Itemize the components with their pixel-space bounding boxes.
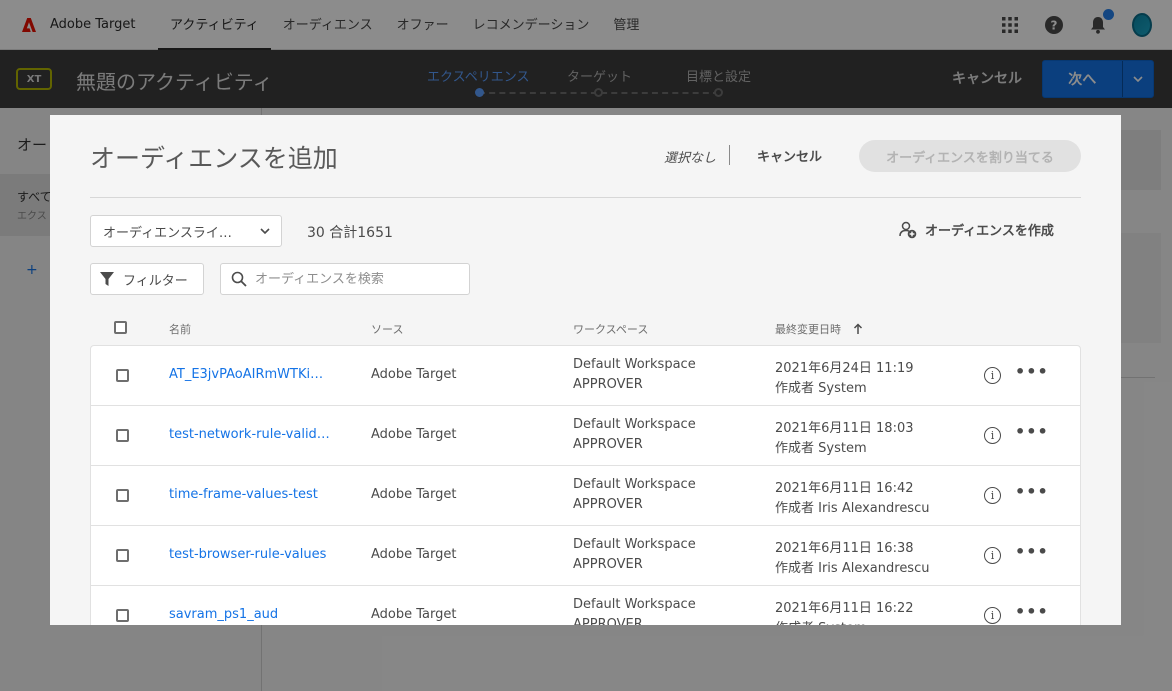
audience-source: Adobe Target: [371, 487, 457, 502]
table-row[interactable]: savram_ps1_aud Adobe Target Default Work…: [91, 586, 1080, 625]
column-header-modified-label: 最終変更日時: [775, 323, 841, 336]
audience-source: Adobe Target: [371, 367, 457, 382]
audience-name-link[interactable]: AT_E3jvPAoAIRmWTKi…: [169, 367, 339, 382]
audience-name-link[interactable]: time-frame-values-test: [169, 487, 339, 502]
add-audience-dialog: オーディエンスを追加 選択なし キャンセル オーディエンスを割り当てる オーディ…: [50, 115, 1121, 625]
audience-workspace: Default Workspace: [573, 417, 696, 432]
header-separator: [729, 145, 730, 165]
audience-modified-date: 2021年6月11日 16:22: [775, 601, 914, 616]
audience-name-link[interactable]: test-network-rule-valid…: [169, 427, 339, 442]
assign-audience-button[interactable]: オーディエンスを割り当てる: [859, 140, 1081, 172]
filter-label: フィルター: [123, 273, 188, 289]
audience-name-link[interactable]: test-browser-rule-values: [169, 547, 339, 562]
audience-source: Adobe Target: [371, 427, 457, 442]
info-icon[interactable]: i: [984, 427, 1001, 444]
audience-name-link[interactable]: savram_ps1_aud: [169, 607, 339, 622]
column-header-source[interactable]: ソース: [371, 321, 403, 337]
audience-source: Adobe Target: [371, 547, 457, 562]
select-all-checkbox[interactable]: [114, 321, 127, 334]
audience-modified-date: 2021年6月11日 18:03: [775, 421, 914, 436]
column-header-workspace[interactable]: ワークスペース: [573, 321, 648, 337]
table-row[interactable]: test-browser-rule-values Adobe Target De…: [91, 526, 1080, 586]
search-input[interactable]: [255, 271, 455, 287]
column-header-modified[interactable]: 最終変更日時: [775, 321, 863, 337]
selection-status: 選択なし: [664, 151, 717, 166]
audience-workspace: Default Workspace: [573, 477, 696, 492]
row-checkbox[interactable]: [116, 549, 129, 562]
audience-library-select[interactable]: オーディエンスライ…: [90, 215, 282, 247]
dialog-cancel-button[interactable]: キャンセル: [757, 146, 822, 165]
audience-table: AT_E3jvPAoAIRmWTKi… Adobe Target Default…: [90, 345, 1081, 625]
audience-author: 作成者 Iris Alexandrescu: [775, 561, 930, 576]
audience-search: [220, 263, 470, 295]
info-icon[interactable]: i: [984, 607, 1001, 624]
library-select-value: オーディエンスライ…: [103, 225, 232, 241]
audience-modified-date: 2021年6月24日 11:19: [775, 361, 914, 376]
audience-role: APPROVER: [573, 497, 643, 512]
table-row[interactable]: time-frame-values-test Adobe Target Defa…: [91, 466, 1080, 526]
more-actions-icon[interactable]: •••: [1015, 362, 1049, 381]
create-audience-button[interactable]: オーディエンスを作成: [899, 220, 1054, 239]
audience-role: APPROVER: [573, 377, 643, 392]
filter-button[interactable]: フィルター: [90, 263, 204, 295]
row-checkbox[interactable]: [116, 609, 129, 622]
info-icon[interactable]: i: [984, 367, 1001, 384]
search-icon: [231, 271, 247, 287]
audience-author: 作成者 System: [775, 381, 867, 396]
create-audience-label: オーディエンスを作成: [925, 224, 1054, 239]
audience-role: APPROVER: [573, 557, 643, 572]
audience-modified-date: 2021年6月11日 16:38: [775, 541, 914, 556]
row-checkbox[interactable]: [116, 369, 129, 382]
audience-workspace: Default Workspace: [573, 537, 696, 552]
filter-icon: [100, 272, 114, 286]
audience-source: Adobe Target: [371, 607, 457, 622]
dialog-divider: [90, 197, 1081, 198]
dialog-title: オーディエンスを追加: [90, 144, 338, 173]
audience-author: 作成者 System: [775, 617, 867, 625]
audience-role: APPROVER: [573, 617, 643, 625]
more-actions-icon[interactable]: •••: [1015, 482, 1049, 501]
info-icon[interactable]: i: [984, 487, 1001, 504]
more-actions-icon[interactable]: •••: [1015, 602, 1049, 621]
add-user-icon: [899, 221, 917, 238]
audience-workspace: Default Workspace: [573, 357, 696, 372]
audience-count: 30 合計1651: [307, 225, 393, 241]
audience-modified-date: 2021年6月11日 16:42: [775, 481, 914, 496]
info-icon[interactable]: i: [984, 547, 1001, 564]
more-actions-icon[interactable]: •••: [1015, 422, 1049, 441]
audience-author: 作成者 Iris Alexandrescu: [775, 501, 930, 516]
audience-role: APPROVER: [573, 437, 643, 452]
row-checkbox[interactable]: [116, 489, 129, 502]
more-actions-icon[interactable]: •••: [1015, 542, 1049, 561]
row-checkbox[interactable]: [116, 429, 129, 442]
audience-author: 作成者 System: [775, 441, 867, 456]
column-header-name[interactable]: 名前: [169, 321, 191, 337]
table-row[interactable]: test-network-rule-valid… Adobe Target De…: [91, 406, 1080, 466]
sort-ascending-icon: [853, 323, 862, 334]
table-row[interactable]: AT_E3jvPAoAIRmWTKi… Adobe Target Default…: [91, 346, 1080, 406]
audience-workspace: Default Workspace: [573, 597, 696, 612]
chevron-down-icon: [260, 228, 270, 235]
